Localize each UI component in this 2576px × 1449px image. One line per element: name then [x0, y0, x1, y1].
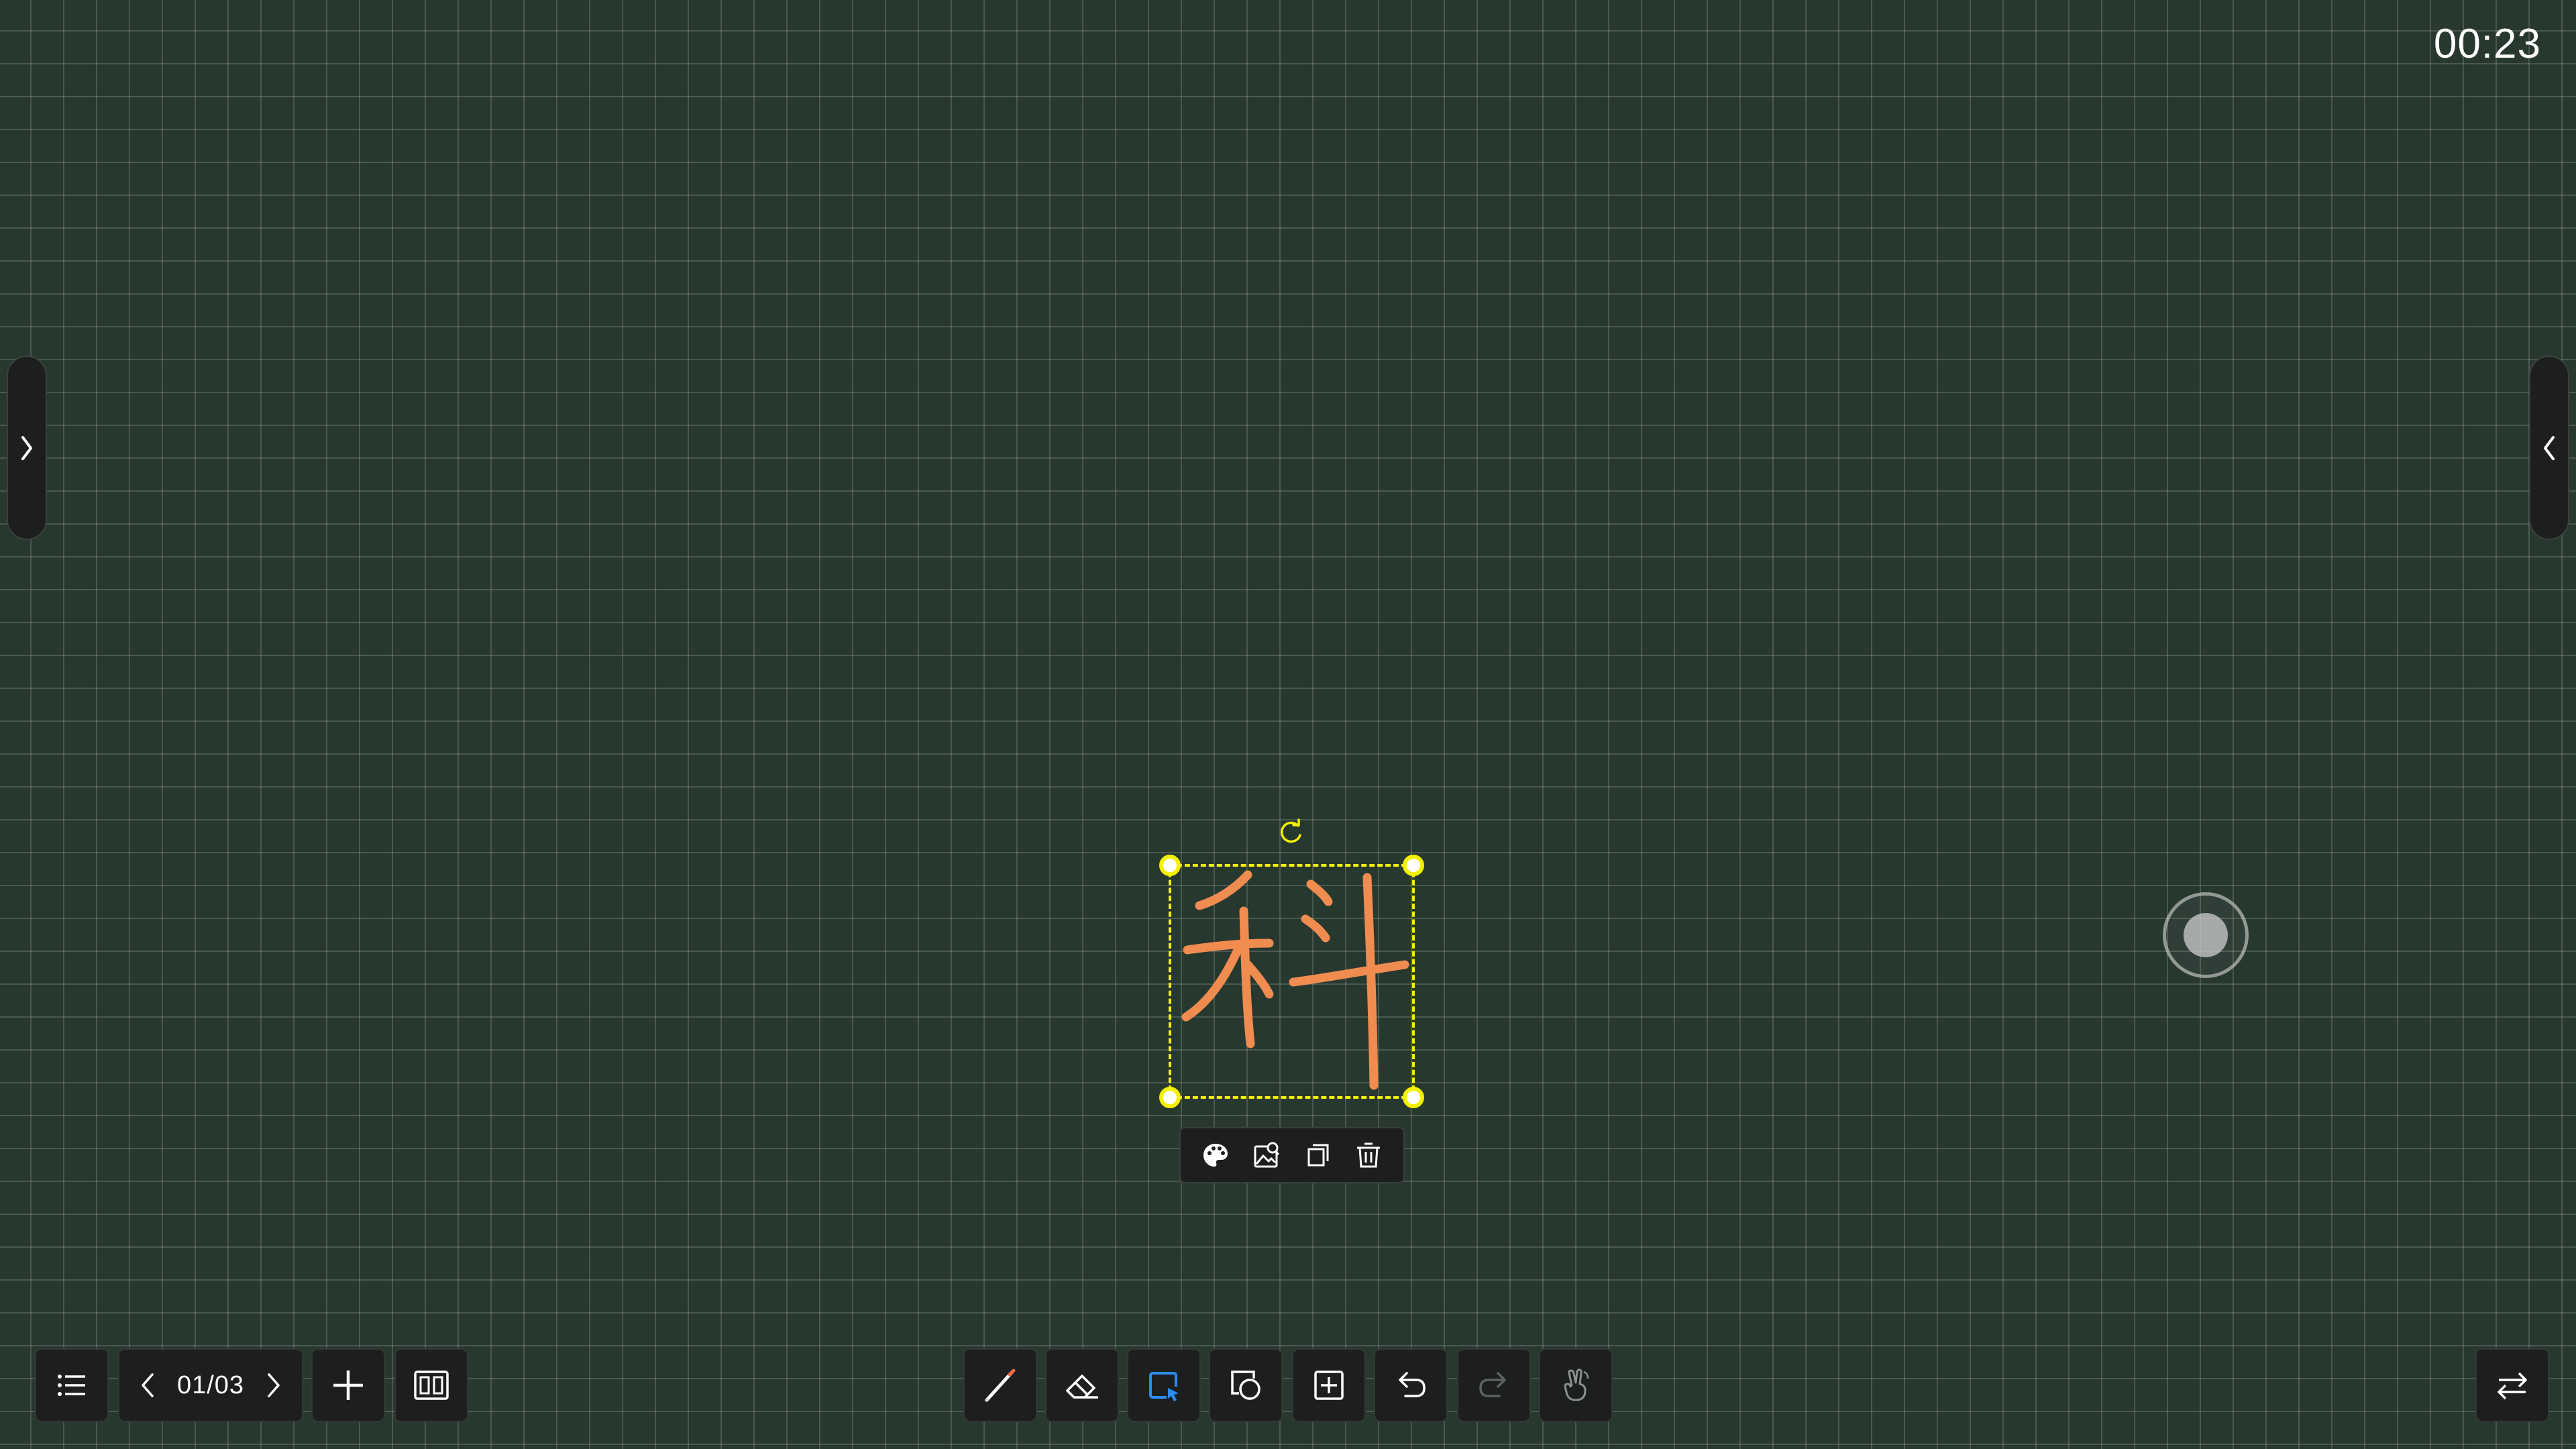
gesture-tool[interactable]	[1539, 1348, 1613, 1422]
pen-icon	[984, 1368, 1016, 1403]
page-indicator[interactable]: 01/03	[177, 1371, 244, 1400]
redo-icon	[1479, 1372, 1506, 1397]
gesture-icon	[1564, 1368, 1589, 1401]
right-panel-handle[interactable]	[2529, 356, 2569, 540]
redo-button[interactable]	[1457, 1348, 1531, 1422]
menu-icon	[58, 1375, 85, 1396]
floating-ball-icon	[2184, 913, 2228, 957]
pen-tool[interactable]	[963, 1348, 1037, 1422]
undo-icon	[1399, 1372, 1426, 1397]
left-panel-handle[interactable]	[7, 356, 47, 540]
chevron-right-icon	[21, 435, 32, 460]
add-page-icon	[333, 1371, 363, 1400]
resize-handle-bottom-right[interactable]	[1403, 1087, 1424, 1108]
resize-handle-top-left[interactable]	[1159, 855, 1181, 876]
switch-toolbar-side-button[interactable]	[2475, 1348, 2549, 1422]
add-page-button[interactable]	[311, 1348, 385, 1422]
copy-button[interactable]	[1297, 1135, 1338, 1175]
resize-handle-top-right[interactable]	[1403, 855, 1424, 876]
save-as-image-button[interactable]	[1246, 1135, 1287, 1175]
copy-icon	[1307, 1144, 1329, 1167]
page-overview-icon	[414, 1371, 449, 1400]
switch-icon	[2498, 1372, 2527, 1400]
palette-icon	[1203, 1144, 1228, 1167]
delete-button[interactable]	[1348, 1135, 1389, 1175]
shapes-icon	[1231, 1371, 1260, 1400]
page-overview-button[interactable]	[394, 1348, 468, 1422]
chevron-left-icon	[2544, 435, 2555, 460]
insert-tool[interactable]	[1292, 1348, 1366, 1422]
insert-icon	[1314, 1371, 1344, 1400]
session-timer: 00:23	[2433, 21, 2541, 67]
selection-box[interactable]	[1159, 855, 1424, 1108]
select-tool[interactable]	[1127, 1348, 1201, 1422]
eraser-icon	[1066, 1375, 1098, 1399]
prev-page-icon	[142, 1373, 154, 1397]
menu-button[interactable]	[35, 1348, 109, 1422]
color-button[interactable]	[1195, 1135, 1236, 1175]
selection-toolbar	[1179, 1127, 1405, 1183]
select-icon	[1149, 1372, 1179, 1401]
eraser-tool[interactable]	[1045, 1348, 1119, 1422]
delete-icon	[1357, 1142, 1380, 1168]
prev-page-button[interactable]	[134, 1365, 161, 1405]
floating-ball[interactable]	[2163, 892, 2249, 978]
shapes-tool[interactable]	[1209, 1348, 1283, 1422]
next-page-button[interactable]	[260, 1365, 287, 1405]
save-image-icon	[1254, 1142, 1280, 1168]
next-page-icon	[268, 1373, 280, 1397]
resize-handle-bottom-left[interactable]	[1159, 1087, 1181, 1108]
page-navigator: 01/03	[118, 1348, 303, 1422]
undo-button[interactable]	[1374, 1348, 1448, 1422]
rotate-icon[interactable]	[1276, 817, 1307, 848]
